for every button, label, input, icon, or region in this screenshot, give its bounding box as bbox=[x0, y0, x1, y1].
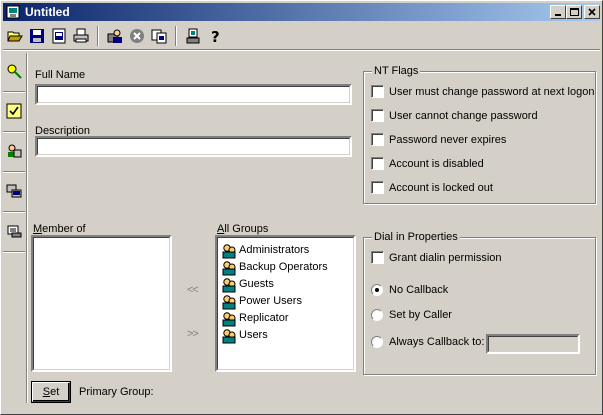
group-icon bbox=[222, 261, 236, 276]
full-name-label: Full Name bbox=[35, 69, 86, 81]
minimize-button[interactable] bbox=[550, 5, 566, 19]
save-all-icon bbox=[52, 28, 66, 44]
cannot-change-password-checkbox[interactable] bbox=[371, 109, 384, 122]
maximize-button[interactable] bbox=[566, 5, 582, 19]
account-locked-checkbox[interactable] bbox=[371, 181, 384, 194]
copy-button[interactable] bbox=[149, 26, 169, 46]
all-groups-label: All Groups bbox=[217, 223, 269, 235]
side-tab-groups[interactable] bbox=[3, 133, 25, 172]
remove-group-button[interactable]: >> bbox=[187, 328, 199, 340]
side-tab-flags[interactable] bbox=[3, 93, 25, 132]
always-callback-label: Always Callback to: bbox=[389, 336, 485, 348]
title-bar: Untitled bbox=[3, 3, 600, 21]
primary-group-label: Primary Group: bbox=[79, 386, 154, 398]
account-disabled-checkbox[interactable] bbox=[371, 157, 384, 170]
always-callback-radio[interactable] bbox=[371, 336, 383, 348]
group-icon bbox=[8, 144, 22, 158]
profile-icon bbox=[7, 225, 22, 238]
cannot-change-password-label: User cannot change password bbox=[389, 110, 538, 122]
user-manager-icon bbox=[107, 29, 122, 43]
toolbar-separator bbox=[175, 26, 177, 46]
group-icon bbox=[222, 244, 236, 259]
help-icon: ? bbox=[211, 28, 220, 44]
save-icon bbox=[30, 29, 44, 43]
side-divider bbox=[26, 53, 27, 403]
side-tab-computers[interactable] bbox=[3, 173, 25, 212]
member-of-list[interactable] bbox=[31, 235, 172, 372]
user-manager-button[interactable] bbox=[105, 26, 125, 46]
window-title: Untitled bbox=[25, 5, 70, 19]
set-primary-group-button[interactable]: Set bbox=[31, 381, 71, 403]
save-all-button[interactable] bbox=[49, 26, 69, 46]
open-folder-icon bbox=[7, 31, 23, 42]
nt-flags-legend: NT Flags bbox=[372, 65, 421, 77]
full-name-input[interactable] bbox=[35, 84, 352, 105]
copy-icon bbox=[151, 29, 167, 44]
save-button[interactable] bbox=[27, 26, 47, 46]
group-icon bbox=[222, 295, 236, 310]
no-callback-label: No Callback bbox=[389, 284, 449, 296]
side-tab-strip bbox=[3, 53, 26, 263]
all-groups-list[interactable]: Administrators Backup Operators Guests P… bbox=[215, 235, 356, 372]
side-tab-profile[interactable] bbox=[3, 213, 25, 252]
maximize-icon bbox=[570, 8, 579, 16]
checklist-icon bbox=[6, 103, 22, 119]
group-icon bbox=[222, 329, 236, 344]
no-callback-radio[interactable] bbox=[371, 284, 383, 296]
group-icon bbox=[222, 312, 236, 327]
description-input[interactable] bbox=[35, 136, 352, 157]
toolbar-separator bbox=[97, 26, 99, 46]
password-never-expires-label: Password never expires bbox=[389, 134, 507, 146]
toolbar: ? bbox=[3, 23, 600, 50]
app-icon bbox=[6, 5, 20, 19]
open-button[interactable] bbox=[5, 26, 25, 46]
minimize-icon bbox=[555, 14, 561, 16]
properties-button[interactable] bbox=[183, 26, 203, 46]
set-by-caller-label: Set by Caller bbox=[389, 309, 452, 321]
main-window: Untitled ? Full Name Description NT Flag… bbox=[0, 0, 603, 415]
delete-icon bbox=[130, 29, 144, 43]
account-disabled-label: Account is disabled bbox=[389, 158, 484, 170]
close-icon bbox=[588, 8, 596, 16]
password-never-expires-checkbox[interactable] bbox=[371, 133, 384, 146]
user-key-icon bbox=[7, 64, 22, 79]
group-icon bbox=[222, 278, 236, 293]
computers-icon bbox=[6, 184, 22, 198]
set-by-caller-radio[interactable] bbox=[371, 309, 383, 321]
must-change-password-label: User must change password at next logon bbox=[389, 86, 595, 98]
side-tab-user[interactable] bbox=[3, 53, 25, 92]
account-locked-label: Account is locked out bbox=[389, 182, 493, 194]
dialin-legend: Dial in Properties bbox=[372, 231, 460, 243]
help-button[interactable]: ? bbox=[205, 26, 225, 46]
add-group-button[interactable]: << bbox=[187, 284, 199, 296]
delete-button[interactable] bbox=[127, 26, 147, 46]
grant-dialin-checkbox[interactable] bbox=[371, 251, 384, 264]
print-button[interactable] bbox=[71, 26, 91, 46]
svg-text:?: ? bbox=[211, 28, 220, 44]
must-change-password-checkbox[interactable] bbox=[371, 85, 384, 98]
member-of-label: Member of bbox=[33, 223, 86, 235]
callback-number-input[interactable] bbox=[486, 334, 580, 354]
print-icon bbox=[73, 28, 89, 43]
grant-dialin-label: Grant dialin permission bbox=[389, 252, 502, 264]
close-button[interactable] bbox=[584, 5, 600, 19]
properties-icon bbox=[186, 28, 200, 44]
